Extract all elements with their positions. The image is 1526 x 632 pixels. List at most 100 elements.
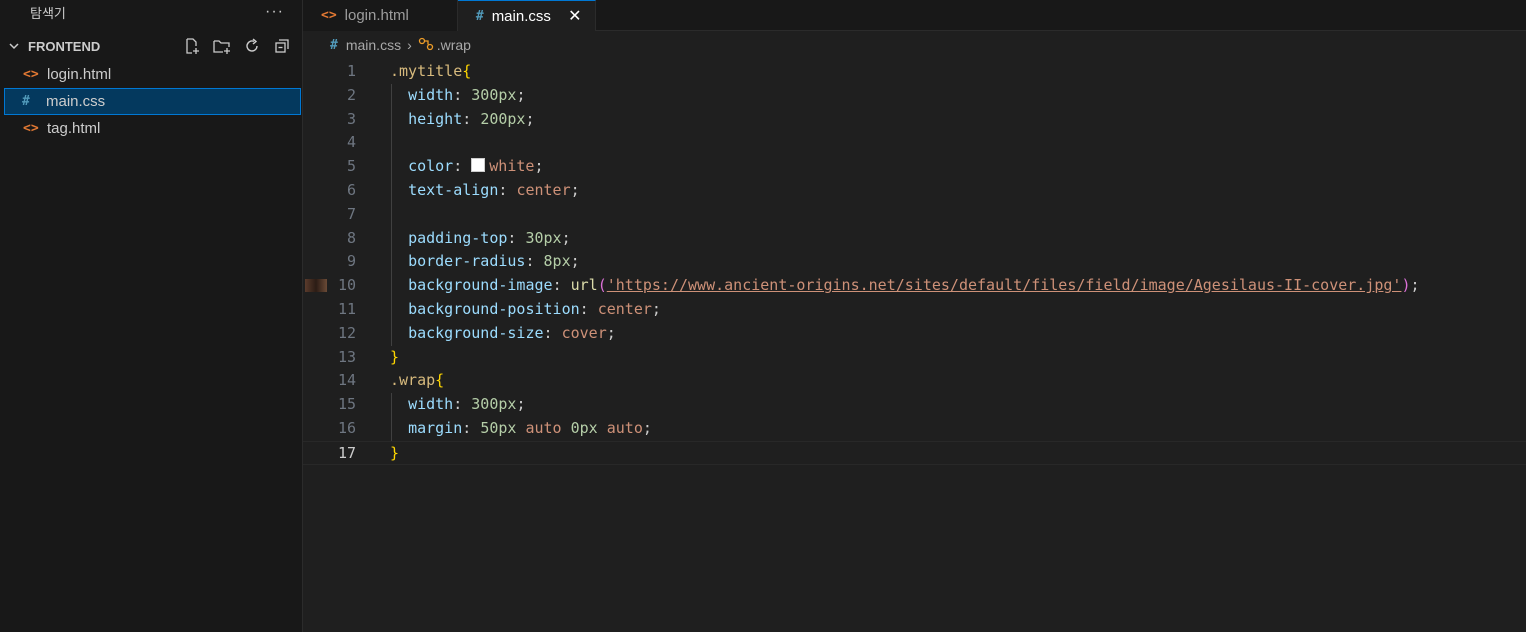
line-number: 4 (346, 133, 356, 152)
code-token: 8px (543, 252, 571, 271)
code-editor[interactable]: 1 .mytitle{2 width: 300px; 3 height: 200px… (303, 60, 1526, 465)
code-text: .wrap{ (390, 369, 444, 393)
code-token: margin (408, 418, 463, 437)
code-token: width (408, 85, 454, 104)
folder-section-header[interactable]: FRONTEND (0, 34, 302, 58)
indent-guide (391, 393, 392, 441)
refresh-icon[interactable] (240, 35, 264, 57)
code-line[interactable]: 6 text-align: center; (303, 179, 1526, 203)
folder-name: FRONTEND (28, 38, 101, 54)
code-line[interactable]: 7 (303, 203, 1526, 227)
code-token: center (597, 299, 652, 318)
code-line[interactable]: 2 width: 300px; (303, 84, 1526, 108)
breadcrumb-file[interactable]: main.css (346, 37, 401, 53)
tab-main-css[interactable]: # main.css ✕ (457, 0, 596, 31)
code-text: } (390, 442, 399, 466)
code-line[interactable]: 9 border-radius: 8px; (303, 250, 1526, 274)
code-token: ; (570, 252, 580, 271)
code-line[interactable]: 11 background-position: center; (303, 298, 1526, 322)
file-item-tag-html[interactable]: <> tag.html (0, 115, 302, 142)
line-number: 16 (337, 418, 356, 437)
code-token: text-align (408, 180, 499, 199)
new-folder-icon[interactable] (210, 35, 234, 57)
line-number: 7 (346, 204, 356, 223)
code-token: auto (606, 418, 643, 437)
explorer-title: 탐색기 (30, 5, 66, 21)
file-item-main-css[interactable]: # main.css (4, 88, 301, 115)
breadcrumb-symbol[interactable]: .wrap (437, 37, 471, 53)
code-token: ) (1401, 276, 1411, 295)
code-token: background-image (408, 276, 553, 295)
code-text: width: 300px; (390, 393, 525, 417)
file-label: tag.html (47, 120, 101, 137)
code-line[interactable]: 10 background-image: url('https://www.an… (303, 274, 1526, 298)
line-number: 12 (337, 323, 356, 342)
code-line[interactable]: 16 margin: 50px auto 0px auto; (303, 417, 1526, 441)
line-number: 14 (337, 371, 356, 390)
tab-label: main.css (491, 7, 551, 25)
code-token: white (489, 157, 535, 176)
code-text: margin: 50px auto 0px auto; (390, 417, 652, 441)
code-token: : (525, 252, 544, 271)
css-file-icon: # (475, 8, 484, 24)
explorer-header: 탐색기 ··· (0, 0, 302, 24)
code-line[interactable]: 8 padding-top: 30px; (303, 227, 1526, 251)
code-line[interactable]: 3 height: 200px; (303, 108, 1526, 132)
color-swatch[interactable] (471, 158, 486, 173)
code-token: { (462, 62, 472, 80)
code-line[interactable]: 15 width: 300px; (303, 393, 1526, 417)
code-text: background-position: center; (390, 298, 661, 322)
code-token: } (390, 443, 400, 462)
code-text: color: white; (390, 155, 543, 179)
code-token: .wrap (390, 371, 436, 390)
explorer-sidebar: 탐색기 ··· FRONTEND <> login.html # main.css <>… (0, 0, 303, 632)
code-line[interactable]: 12 background-size: cover; (303, 322, 1526, 346)
code-text: background-size: cover; (390, 322, 616, 346)
code-token: width (408, 395, 454, 414)
line-number: 6 (346, 180, 356, 199)
collapse-all-icon[interactable] (270, 35, 294, 57)
code-line[interactable]: 5 color: white; (303, 155, 1526, 179)
code-token: 300px (471, 395, 517, 414)
code-token: ; (606, 323, 616, 342)
close-icon[interactable]: ✕ (567, 6, 583, 26)
line-number: 17 (337, 443, 356, 462)
line-number: 2 (346, 85, 356, 104)
chevron-down-icon[interactable] (0, 40, 28, 52)
code-token: cover (561, 323, 607, 342)
code-token: 30px (525, 228, 562, 247)
file-label: main.css (46, 93, 106, 110)
code-token: 0px (570, 418, 598, 437)
code-line[interactable]: 17} (303, 440, 1526, 466)
file-item-login-html[interactable]: <> login.html (0, 61, 302, 88)
code-token: ( (597, 276, 607, 295)
more-actions-icon[interactable]: ··· (265, 3, 284, 21)
code-line[interactable]: 4 (303, 131, 1526, 155)
code-line[interactable]: 1 .mytitle{ (303, 60, 1526, 84)
editor-area: <> login.html # main.css ✕ # main.css › .wra… (303, 0, 1526, 632)
code-line[interactable]: 13} (303, 346, 1526, 370)
code-token: : (462, 109, 481, 128)
indent-guide (391, 83, 392, 346)
new-file-icon[interactable] (180, 35, 204, 57)
html-file-icon: <> (23, 67, 39, 82)
code-token: 50px (480, 418, 517, 437)
tab-login-html[interactable]: <> login.html (303, 0, 458, 31)
code-token: : (507, 228, 526, 247)
code-text: text-align: center; (390, 179, 580, 203)
code-text: border-radius: 8px; (390, 250, 580, 274)
code-line[interactable]: 14 .wrap{ (303, 369, 1526, 393)
code-token: : (552, 276, 571, 295)
code-token: 'https://www.ancient-origins.net/sites/d… (606, 276, 1402, 295)
code-text: padding-top: 30px; (390, 227, 571, 251)
